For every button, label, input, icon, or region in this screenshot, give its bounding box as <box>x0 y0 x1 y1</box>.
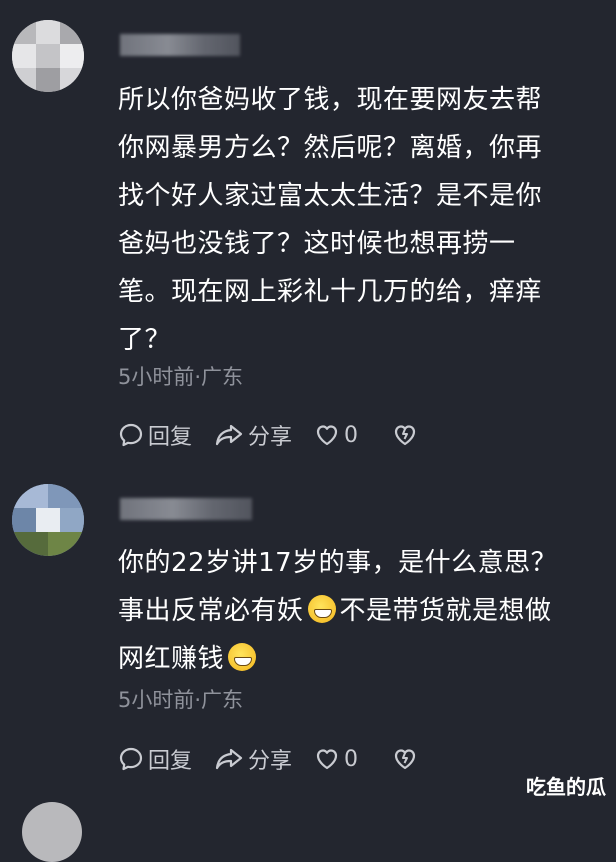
dislike-button[interactable] <box>392 746 422 772</box>
username[interactable] <box>120 498 252 520</box>
grinning-face-emoji <box>228 643 257 671</box>
comment-line: 了？ <box>118 325 172 355</box>
grinning-face-emoji <box>307 595 336 623</box>
comment-line: 网红赚钱 <box>118 635 598 683</box>
comment-segment: 网红赚钱 <box>118 644 225 674</box>
comment-line: 你网暴男方么？然后呢？离婚，你再 <box>118 133 543 163</box>
reply-button[interactable]: 回复 <box>118 419 192 451</box>
comment-segment: 不是带货就是想做 <box>339 596 552 626</box>
comment-line: 找个好人家过富太太生活？是不是你 <box>118 181 543 211</box>
broken-heart-icon <box>394 749 416 770</box>
like-count: 0 <box>344 422 359 448</box>
comment-meta: 5小时前·广东 <box>118 365 244 389</box>
comment-bubble-icon <box>119 423 143 447</box>
avatar[interactable] <box>22 802 82 862</box>
share-arrow-icon <box>215 424 243 446</box>
heart-icon <box>316 425 338 446</box>
share-label: 分享 <box>248 425 293 450</box>
reply-label: 回复 <box>148 749 193 774</box>
comment-line: 事出反常必有妖 不是带货就是想做 <box>118 587 598 635</box>
comment-line: 你的22岁讲17岁的事，是什么意思？ <box>118 548 558 578</box>
comment-actions: 回复 分享 0 <box>118 744 444 774</box>
comment-line: 爸妈也没钱了？这时候也想再捞一 <box>118 229 516 259</box>
avatar[interactable] <box>12 484 84 556</box>
like-count: 0 <box>344 746 359 772</box>
like-button[interactable]: 0 <box>314 422 358 448</box>
comment-line: 笔。现在网上彩礼十几万的给，痒痒 <box>118 277 543 307</box>
reply-label: 回复 <box>148 425 193 450</box>
like-button[interactable]: 0 <box>314 746 358 772</box>
comment-text: 你的22岁讲17岁的事，是什么意思？ 事出反常必有妖 不是带货就是想做 网红赚钱 <box>118 539 598 683</box>
share-arrow-icon <box>215 748 243 770</box>
watermark: 吃鱼的瓜 <box>526 775 606 799</box>
dislike-button[interactable] <box>392 422 422 448</box>
comment-bubble-icon <box>119 747 143 771</box>
comment-text: 所以你爸妈收了钱，现在要网友去帮 你网暴男方么？然后呢？离婚，你再 找个好人家过… <box>118 76 598 364</box>
share-button[interactable]: 分享 <box>214 743 292 775</box>
avatar[interactable] <box>12 20 84 92</box>
reply-button[interactable]: 回复 <box>118 743 192 775</box>
share-button[interactable]: 分享 <box>214 419 292 451</box>
username[interactable] <box>120 34 240 56</box>
comment-segment: 事出反常必有妖 <box>118 596 304 626</box>
comment-meta: 5小时前·广东 <box>118 688 244 712</box>
comment-actions: 回复 分享 0 <box>118 420 444 450</box>
comment-line: 所以你爸妈收了钱，现在要网友去帮 <box>118 85 543 115</box>
broken-heart-icon <box>394 425 416 446</box>
heart-icon <box>316 749 338 770</box>
share-label: 分享 <box>248 749 293 774</box>
